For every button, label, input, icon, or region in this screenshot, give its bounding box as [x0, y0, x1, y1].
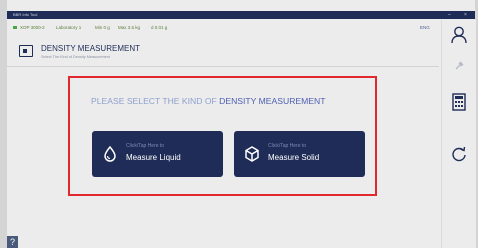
connection-status-icon: [13, 26, 17, 29]
page-subtitle: Select The Kind of Density Measurement: [41, 55, 110, 59]
liquid-hint: Click/Tap Here to: [126, 143, 165, 149]
status-bar: XOP 3000-2 Laboratory 1 Min 0 g Max 3.5 …: [7, 20, 439, 35]
user-button[interactable]: [442, 26, 476, 49]
prompt-text: PLEASE SELECT THE KIND OF: [91, 96, 217, 106]
min-capacity: Min 0 g: [95, 25, 110, 30]
tools-icon: [455, 61, 464, 70]
cube-icon: [245, 146, 259, 162]
user-icon: [451, 26, 467, 44]
page-title: DENSITY MEASUREMENT: [41, 44, 140, 53]
max-capacity: Max 3.5 kg: [118, 25, 141, 30]
measure-liquid-button[interactable]: Click/Tap Here to Measure Liquid: [92, 131, 223, 177]
right-sidebar: [441, 20, 476, 248]
minimize-button[interactable]: –: [448, 11, 451, 19]
droplet-icon: [104, 146, 116, 162]
tools-button[interactable]: [442, 58, 476, 76]
resolution: d 0.01 g: [151, 25, 168, 30]
selection-prompt: PLEASE SELECT THE KIND OF DENSITY MEASUR…: [91, 96, 325, 106]
refresh-icon: [452, 146, 466, 162]
location-label: Laboratory 1: [56, 25, 82, 30]
measure-solid-button[interactable]: Click/Tap Here to Measure Solid: [234, 131, 365, 177]
title-bar: BBR Info Tool – ×: [7, 11, 475, 19]
calculator-button[interactable]: [442, 93, 476, 116]
prompt-emphasis: DENSITY MEASUREMENT: [219, 96, 326, 106]
app-window: BBR Info Tool – × XOP 3000-2 Laboratory …: [7, 0, 476, 248]
close-button[interactable]: ×: [464, 11, 467, 19]
liquid-label: Measure Liquid: [126, 153, 181, 162]
window-title: BBR Info Tool: [13, 12, 38, 17]
language-selector[interactable]: ENG: [420, 20, 430, 35]
solid-label: Measure Solid: [268, 153, 320, 162]
help-button[interactable]: ?: [7, 236, 18, 248]
header-divider: [7, 66, 439, 67]
device-name: XOP 3000-2: [20, 25, 45, 30]
solid-hint: Click/Tap Here to: [268, 143, 307, 149]
refresh-button[interactable]: [442, 146, 476, 167]
calculator-icon: [452, 93, 466, 111]
scale-icon: [19, 45, 33, 57]
